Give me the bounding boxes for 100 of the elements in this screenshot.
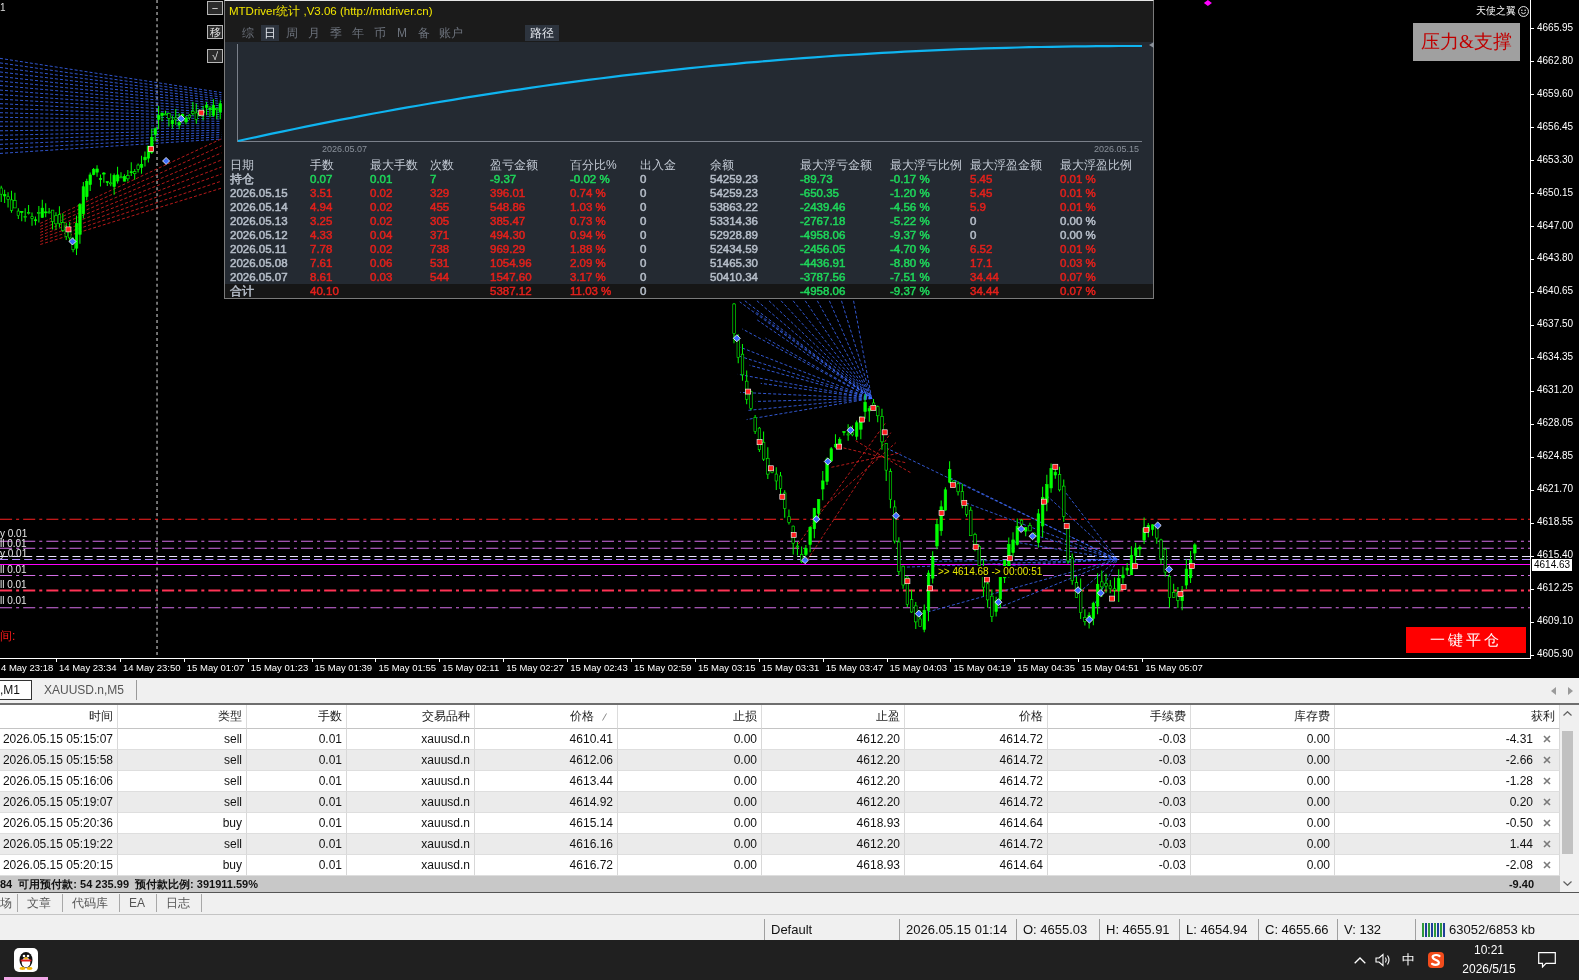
table-cell: 0.00 bbox=[1191, 855, 1335, 876]
table-cell: -0.03 bbox=[1048, 729, 1191, 750]
table-cell: 4614.72 bbox=[905, 834, 1048, 855]
close-all-button[interactable]: 一键平仓 bbox=[1406, 627, 1526, 653]
table-cell: 0.01 bbox=[247, 855, 347, 876]
period-tab[interactable]: 季 bbox=[327, 25, 345, 41]
scroll-down-icon[interactable] bbox=[1563, 881, 1572, 886]
period-tab[interactable]: 年 bbox=[349, 25, 367, 41]
period-tab[interactable]: 账户 bbox=[437, 25, 465, 41]
column-header: 盈亏金额 bbox=[490, 158, 538, 172]
table-cell: 54259.23 bbox=[710, 172, 758, 186]
chart-tool-button[interactable]: √ bbox=[207, 49, 223, 63]
chart-tab[interactable]: XAUUSD.n,M5 bbox=[32, 680, 138, 700]
table-cell: 4614.64 bbox=[905, 813, 1048, 834]
table-cell: 0.01 % bbox=[1060, 186, 1096, 200]
period-tab[interactable]: 币 bbox=[371, 25, 389, 41]
price-label: 4624.85 bbox=[1531, 440, 1579, 474]
table-cell: 4612.06 bbox=[475, 750, 618, 771]
table-cell: 0.02 bbox=[370, 186, 393, 200]
table-cell: 0.01 bbox=[247, 729, 347, 750]
period-tab[interactable]: M bbox=[393, 25, 411, 41]
table-cell: -9.37 % bbox=[890, 284, 930, 298]
column-header[interactable]: 价格 bbox=[905, 705, 1048, 729]
period-tab[interactable]: 综 bbox=[239, 25, 257, 41]
chart-tab[interactable]: ,M1 bbox=[0, 680, 32, 700]
scroll-thumb[interactable] bbox=[1562, 731, 1573, 854]
table-cell: 0 bbox=[970, 214, 977, 228]
close-icon[interactable] bbox=[1543, 777, 1551, 785]
speaker-icon[interactable] bbox=[1375, 953, 1391, 967]
table-cell: 4616.16 bbox=[475, 834, 618, 855]
close-icon[interactable] bbox=[1543, 756, 1551, 764]
close-icon[interactable] bbox=[1543, 735, 1551, 743]
table-cell: 329 bbox=[430, 186, 450, 200]
column-header[interactable]: 手数 bbox=[247, 705, 347, 729]
period-tab[interactable]: 备 bbox=[415, 25, 433, 41]
ime-indicator[interactable]: 中 bbox=[1402, 952, 1415, 968]
price-label: 4659.60 bbox=[1531, 77, 1579, 111]
taskbar-clock[interactable]: 10:21 2026/5/15 bbox=[1457, 941, 1521, 979]
table-cell: 2026.05.15 05:19:07 bbox=[0, 792, 118, 813]
table-cell: 0 bbox=[640, 284, 647, 298]
close-icon[interactable] bbox=[1543, 840, 1551, 848]
table-cell: -0.02 % bbox=[570, 172, 610, 186]
table-cell: 53314.36 bbox=[710, 214, 758, 228]
column-header: 最大浮盈比例 bbox=[1060, 158, 1132, 172]
table-cell: buy bbox=[118, 813, 247, 834]
table-cell: 52434.59 bbox=[710, 242, 758, 256]
table-cell: -5.22 % bbox=[890, 214, 930, 228]
chart-tool-button[interactable]: − bbox=[207, 1, 223, 15]
column-header[interactable]: 手续费 bbox=[1048, 705, 1191, 729]
close-icon[interactable] bbox=[1543, 861, 1551, 869]
price-label: 4605.90 bbox=[1531, 638, 1579, 672]
price-label: 4631.20 bbox=[1531, 374, 1579, 408]
terminal-tab[interactable]: EA bbox=[120, 894, 157, 912]
column-header[interactable]: 交易品种 bbox=[347, 705, 475, 729]
column-header[interactable]: 止盈 bbox=[762, 705, 905, 729]
current-price-label: 4614.63 bbox=[1532, 559, 1573, 571]
price-label: 4612.25 bbox=[1531, 572, 1579, 606]
s-logo-icon[interactable] bbox=[1428, 952, 1444, 968]
speech-bubble-icon[interactable] bbox=[1538, 952, 1556, 968]
table-cell: 50410.34 bbox=[710, 270, 758, 284]
price-label: 4643.80 bbox=[1531, 242, 1579, 276]
bar-meter-icon bbox=[1422, 922, 1446, 937]
scroll-up-icon[interactable] bbox=[1563, 711, 1572, 716]
column-header[interactable]: 获利 bbox=[1335, 705, 1560, 729]
table-cell: 2026.05.11 bbox=[230, 242, 287, 256]
terminal-tab[interactable]: 代码库 bbox=[63, 894, 120, 912]
period-tab[interactable]: 日 bbox=[261, 25, 279, 41]
close-icon[interactable] bbox=[1543, 798, 1551, 806]
period-tab[interactable]: 周 bbox=[283, 25, 301, 41]
table-cell: 4618.93 bbox=[762, 855, 905, 876]
table-cell: 2026.05.13 bbox=[230, 214, 288, 228]
price-label: 4647.00 bbox=[1531, 209, 1579, 243]
close-icon[interactable] bbox=[1543, 819, 1551, 827]
caret-right-icon[interactable] bbox=[1568, 687, 1573, 695]
table-cell: 4614.72 bbox=[905, 729, 1048, 750]
column-header[interactable]: 库存费 bbox=[1191, 705, 1335, 729]
table-cell: 0.01 bbox=[247, 792, 347, 813]
column-header[interactable]: 类型 bbox=[118, 705, 247, 729]
table-cell: 1.88 % bbox=[570, 242, 606, 256]
table-cell: 0.01 % bbox=[1060, 200, 1096, 214]
table-cell: 3.51 bbox=[310, 186, 333, 200]
terminal-tab[interactable]: 日志 bbox=[157, 894, 202, 912]
column-header[interactable]: 止损 bbox=[618, 705, 762, 729]
period-tab[interactable]: 月 bbox=[305, 25, 323, 41]
table-cell: 5.45 bbox=[970, 172, 993, 186]
terminal-tab[interactable]: 场 bbox=[0, 894, 18, 912]
path-button[interactable]: 路径 bbox=[525, 25, 559, 41]
chart-tool-button[interactable]: 移 bbox=[207, 25, 223, 39]
table-cell: -1.20 % bbox=[890, 186, 930, 200]
column-header[interactable]: 价格 bbox=[475, 705, 618, 729]
terminal-tab[interactable]: 文章 bbox=[18, 894, 63, 912]
account-summary: 84 可用预付款: 54 235.99 预付款比例: 391911.59% bbox=[0, 876, 258, 892]
table-cell: 54259.23 bbox=[710, 186, 758, 200]
time-label: 15 May 02:11 bbox=[439, 659, 504, 678]
chevron-up-icon[interactable] bbox=[1354, 956, 1366, 964]
table-cell: 5387.12 bbox=[490, 284, 532, 298]
table-cell: 0.03 % bbox=[1060, 256, 1096, 270]
column-header[interactable]: 时间 bbox=[0, 705, 118, 729]
table-cell: 0.01 bbox=[247, 750, 347, 771]
caret-left-icon[interactable] bbox=[1551, 687, 1556, 695]
